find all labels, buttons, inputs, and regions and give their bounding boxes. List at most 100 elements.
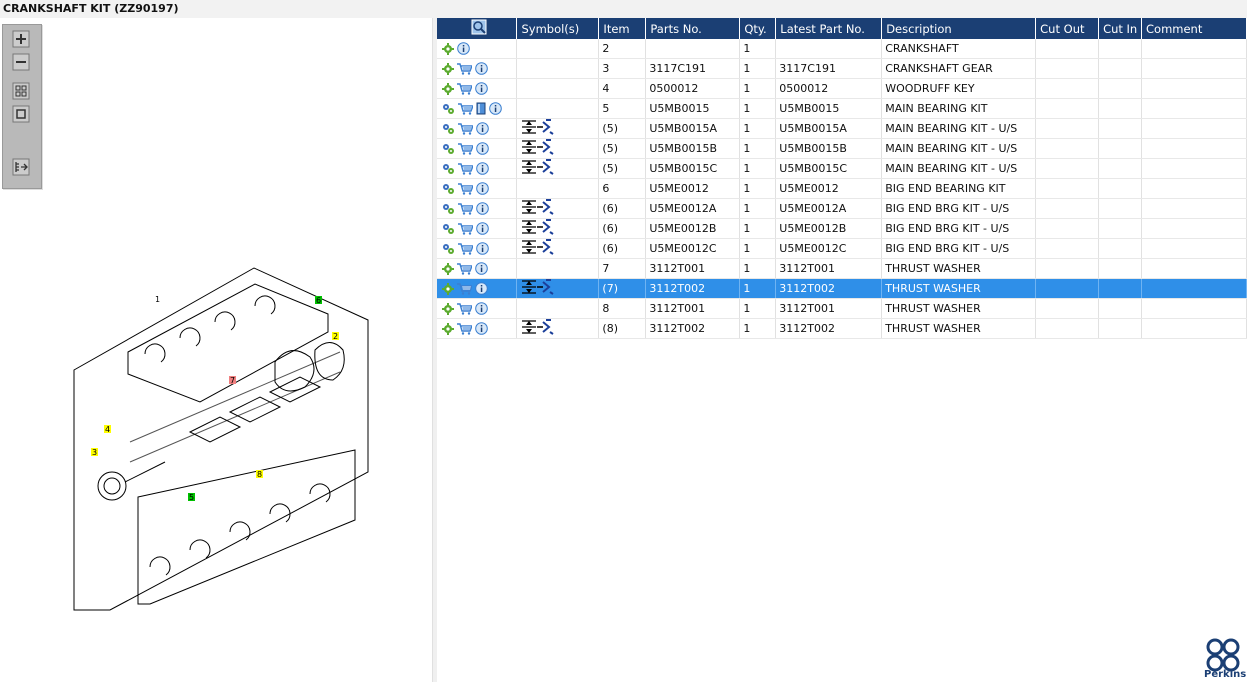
row-latest-part-no: 3112T001 [775,258,883,279]
gear-icon[interactable] [442,62,454,75]
column-header-cut-in[interactable]: Cut In [1098,18,1143,39]
row-description: THRUST WASHER [881,258,1037,279]
column-header-item[interactable]: Item [598,18,647,39]
table-row[interactable]: 3 3117C191 1 3117C191 CRANKSHAFT GEAR [437,58,1247,79]
table-row[interactable]: (5) U5MB0015B 1 U5MB0015B MAIN BEARING KIT -… [437,138,1247,159]
column-header-description[interactable]: Description [881,18,1037,39]
callout-3[interactable]: 3 [92,448,97,457]
gears-icon[interactable] [442,123,455,135]
table-row[interactable]: (6) U5ME0012A 1 U5ME0012A BIG END BRG KIT - … [437,198,1247,219]
row-cut-out [1035,58,1100,79]
column-header-comment[interactable]: Comment [1141,18,1247,39]
column-header-qty[interactable]: Qty. [739,18,777,39]
info-icon[interactable] [475,322,488,336]
fit-page-button[interactable] [12,82,30,100]
cart-icon[interactable] [458,143,473,155]
gear-icon[interactable] [442,42,454,55]
gears-icon[interactable] [442,183,455,195]
info-icon[interactable] [475,282,488,296]
column-header-cut-out[interactable]: Cut Out [1035,18,1100,39]
row-item: 2 [598,39,647,59]
info-icon[interactable] [476,122,489,136]
row-actions [437,138,518,159]
gear-icon[interactable] [442,282,454,295]
book-icon[interactable] [476,102,486,115]
table-row[interactable]: (6) U5ME0012B 1 U5ME0012B BIG END BRG KIT - … [437,218,1247,239]
callout-2[interactable]: 2 [333,332,338,341]
zoom-out-button[interactable] [12,53,30,71]
row-cut-in [1098,138,1143,159]
table-row[interactable]: 7 3112T001 1 3112T001 THRUST WASHER [437,258,1247,279]
gears-icon[interactable] [442,103,455,115]
info-icon[interactable] [476,142,489,156]
column-header-icons[interactable] [437,18,518,39]
cart-icon[interactable] [458,243,473,255]
zoom-in-button[interactable] [12,30,30,48]
info-icon[interactable] [457,42,470,56]
cart-icon[interactable] [457,323,472,335]
info-icon[interactable] [476,222,489,236]
info-icon[interactable] [476,242,489,256]
column-header-parts-no[interactable]: Parts No. [645,18,741,39]
info-icon[interactable] [476,182,489,196]
cart-icon[interactable] [458,223,473,235]
gear-icon[interactable] [442,82,454,95]
cart-icon[interactable] [457,63,472,75]
actual-size-button[interactable] [12,105,30,123]
gears-icon[interactable] [442,163,455,175]
row-description: BIG END BRG KIT - U/S [881,218,1037,239]
row-symbols [516,298,600,319]
callout-7[interactable]: 7 [230,376,235,385]
row-symbols [516,238,600,259]
exploded-diagram[interactable]: 1 6 2 7 4 3 8 5 [70,262,370,616]
info-icon[interactable] [476,162,489,176]
info-icon[interactable] [475,82,488,96]
cart-icon[interactable] [458,103,473,115]
cart-icon[interactable] [457,283,472,295]
table-row[interactable]: (8) 3112T002 1 3112T002 THRUST WASHER [437,318,1247,339]
cart-icon[interactable] [458,203,473,215]
column-header-latest-part-no[interactable]: Latest Part No. [775,18,883,39]
column-header-symbols[interactable]: Symbol(s) [516,18,600,39]
gears-icon[interactable] [442,143,455,155]
cart-icon[interactable] [458,123,473,135]
row-comment [1141,258,1247,279]
table-row[interactable]: 2 1 CRANKSHAFT [437,39,1247,59]
table-row[interactable]: (6) U5ME0012C 1 U5ME0012C BIG END BRG KIT - … [437,238,1247,259]
parts-list-pane: Symbol(s) Item Parts No. Qty. Latest Par… [437,18,1247,682]
callout-5[interactable]: 5 [189,493,194,502]
cart-icon[interactable] [458,163,473,175]
gear-icon[interactable] [442,322,454,335]
table-row[interactable]: (5) U5MB0015C 1 U5MB0015C MAIN BEARING KIT -… [437,158,1247,179]
table-row[interactable]: 6 U5ME0012 1 U5ME0012 BIG END BEARING KIT [437,178,1247,199]
row-latest-part-no: 3112T002 [775,278,883,299]
callout-6[interactable]: 6 [316,296,321,305]
info-icon[interactable] [475,302,488,316]
callout-4[interactable]: 4 [105,425,110,434]
table-row[interactable]: 8 3112T001 1 3112T001 THRUST WASHER [437,298,1247,319]
zoom-toolbox [2,24,42,189]
table-row[interactable]: 4 0500012 1 0500012 WOODRUFF KEY [437,78,1247,99]
table-row[interactable]: 5 U5MB0015 1 U5MB0015 MAIN BEARING KIT [437,98,1247,119]
info-icon[interactable] [476,202,489,216]
gear-icon[interactable] [442,262,454,275]
gears-icon[interactable] [442,223,455,235]
row-description: BIG END BRG KIT - U/S [881,238,1037,259]
cart-icon[interactable] [458,183,473,195]
export-button[interactable] [12,158,30,176]
info-icon[interactable] [475,262,488,276]
info-icon[interactable] [475,62,488,76]
info-icon[interactable] [489,102,502,116]
row-parts-no: U5ME0012C [645,238,741,259]
table-row[interactable]: (7) 3112T002 1 3112T002 THRUST WASHER [437,278,1247,299]
row-comment [1141,118,1247,139]
cart-icon[interactable] [457,303,472,315]
cart-icon[interactable] [457,263,472,275]
gears-icon[interactable] [442,243,455,255]
gear-icon[interactable] [442,302,454,315]
gears-icon[interactable] [442,203,455,215]
cart-icon[interactable] [457,83,472,95]
callout-8[interactable]: 8 [257,470,262,479]
table-row[interactable]: (5) U5MB0015A 1 U5MB0015A MAIN BEARING KIT -… [437,118,1247,139]
row-symbols [516,178,600,199]
